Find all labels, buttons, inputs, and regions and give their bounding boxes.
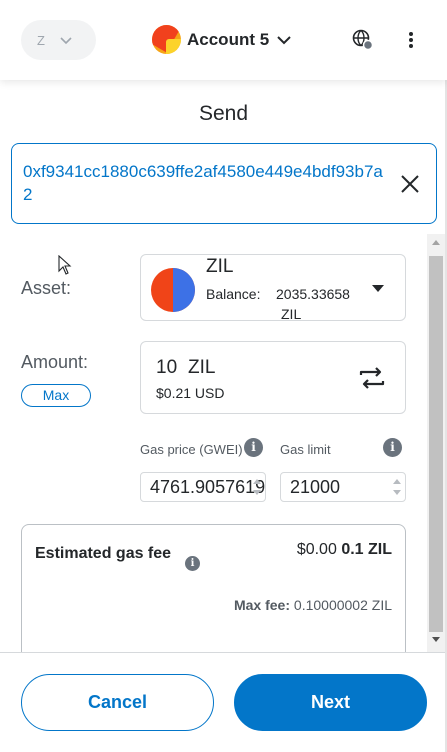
amount-value: 10 (156, 357, 178, 378)
max-button[interactable]: Max (21, 384, 91, 407)
account-avatar (152, 25, 181, 54)
recipient-address: 0xf9341cc1880c639ffe2af4580e449e4bdf93b7… (23, 162, 383, 204)
zil-token-icon (151, 268, 195, 312)
amount-unit: ZIL (188, 357, 216, 378)
asset-balance-unit: ZIL (281, 306, 302, 322)
asset-balance-value: 2035.33658 (276, 286, 350, 302)
caret-down-icon (372, 285, 384, 292)
scrollbar-thumb[interactable] (429, 256, 443, 632)
network-label: Z (37, 32, 45, 48)
info-icon[interactable]: i (244, 438, 263, 457)
number-stepper[interactable] (391, 475, 403, 499)
footer-actions: Cancel Next (0, 652, 447, 752)
swap-icon[interactable] (358, 367, 386, 389)
more-options-icon[interactable] (402, 30, 420, 50)
cancel-button[interactable]: Cancel (21, 674, 214, 731)
asset-symbol: ZIL (206, 256, 234, 277)
fee-native: 0.1 ZIL (341, 541, 392, 558)
close-icon[interactable] (400, 174, 420, 194)
chevron-down-icon (60, 37, 72, 45)
max-fee-value: 0.10000002 ZIL (293, 597, 392, 613)
account-menu[interactable]: Account 5 (152, 25, 293, 54)
account-name: Account 5 (187, 29, 270, 49)
max-fee: Max fee: 0.10000002 ZIL (234, 597, 392, 613)
amount-label: Amount: (21, 352, 89, 372)
estimated-gas-fee-label: Estimated gas fee (35, 545, 172, 562)
estimated-fee-amounts: $0.00 0.1 ZIL (297, 541, 392, 559)
gas-price-value: 4761.9057619 (150, 477, 266, 497)
info-icon[interactable]: i (185, 556, 200, 571)
connected-sites-icon[interactable] (352, 29, 374, 51)
gas-price-input[interactable]: 4761.9057619 (140, 472, 266, 502)
amount-fiat: $0.21 USD (156, 385, 225, 401)
network-selector[interactable]: Z (21, 20, 96, 60)
scrollbar[interactable] (427, 234, 445, 652)
gas-limit-label: Gas limit (280, 442, 331, 457)
gas-price-label: Gas price (GWEI) (140, 442, 243, 457)
recipient-field[interactable]: 0xf9341cc1880c639ffe2af4580e449e4bdf93b7… (11, 143, 437, 224)
mouse-cursor-icon (58, 255, 72, 275)
send-form: Asset: ZIL Balance: 2035.33658 ZIL Amoun… (0, 234, 447, 652)
chevron-down-icon (277, 35, 291, 44)
asset-balance-label: Balance: (206, 286, 261, 302)
scroll-up-arrow[interactable] (432, 240, 440, 245)
app-header: Z Account 5 (0, 0, 447, 80)
amount-input[interactable]: 10 ZIL $0.21 USD (140, 341, 406, 414)
asset-label: Asset: (21, 278, 72, 298)
max-fee-label: Max fee: (233, 597, 291, 613)
gas-limit-value: 21000 (290, 477, 341, 497)
fee-fiat: $0.00 (296, 541, 337, 558)
gas-limit-input[interactable]: 21000 (280, 472, 406, 502)
asset-selector[interactable]: ZIL Balance: 2035.33658 ZIL (140, 254, 406, 322)
next-button[interactable]: Next (234, 674, 427, 731)
gas-fee-panel: Estimated gas fee i $0.00 0.1 ZIL Max fe… (21, 524, 406, 652)
page-title: Send (198, 102, 249, 125)
number-stepper[interactable] (251, 475, 263, 499)
info-icon[interactable]: i (383, 438, 402, 457)
scroll-down-arrow[interactable] (432, 637, 440, 642)
